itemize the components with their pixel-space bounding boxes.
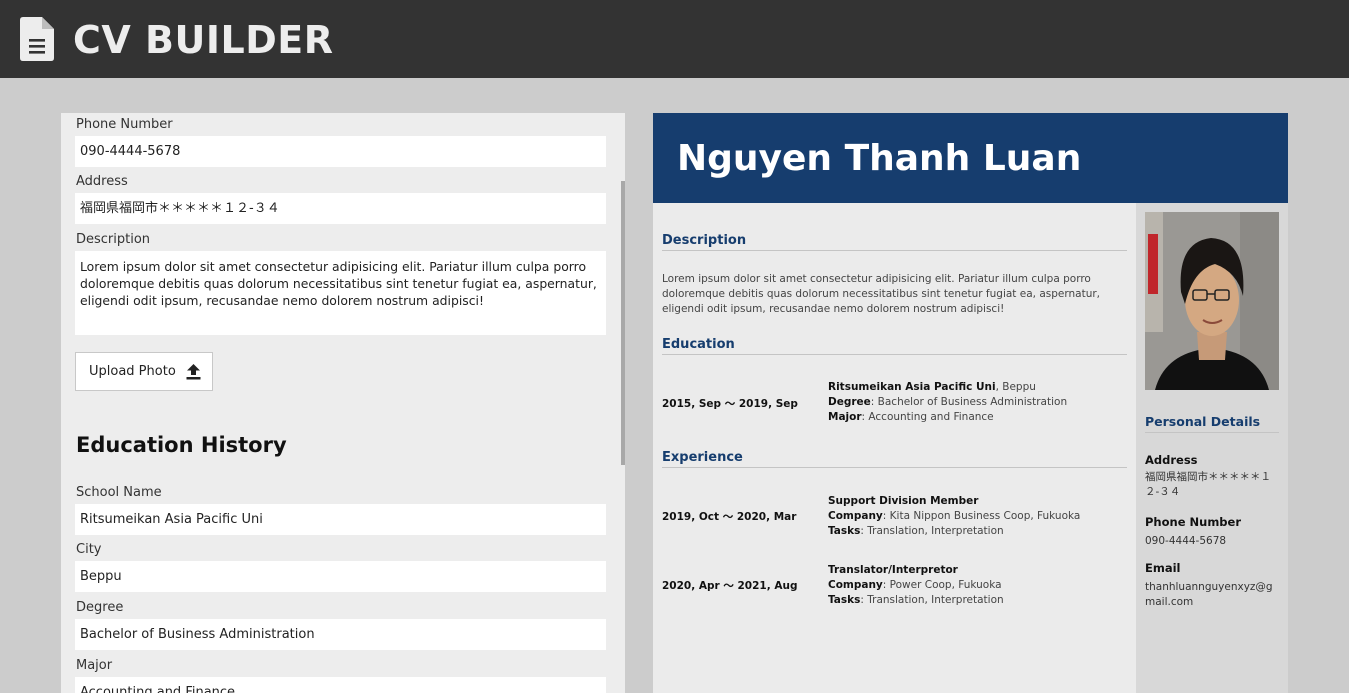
experience-dates: 2019, Oct 〜 2020, Mar <box>662 511 797 523</box>
education-history-heading: Education History <box>76 433 287 457</box>
upload-photo-button[interactable]: Upload Photo <box>75 352 213 391</box>
cv-email-label: Email <box>1145 561 1181 575</box>
cv-education-heading: Education <box>662 337 1127 355</box>
cv-phone-label: Phone Number <box>1145 515 1242 529</box>
cv-description-text: Lorem ipsum dolor sit amet consectetur a… <box>662 273 1101 315</box>
education-entry: Ritsumeikan Asia Pacific Uni, Beppu Degr… <box>828 380 1128 425</box>
experience-tasks: : Translation, Interpretation <box>860 525 1004 537</box>
education-school: Ritsumeikan Asia Pacific Uni <box>828 381 996 393</box>
education-major-key: Major <box>828 411 862 423</box>
experience-company: : Kita Nippon Business Coop, Fukuoka <box>882 510 1081 522</box>
cv-header: Nguyen Thanh Luan <box>653 113 1288 203</box>
document-icon <box>20 17 54 61</box>
cv-address-label: Address <box>1145 453 1198 467</box>
experience-tasks: : Translation, Interpretation <box>860 594 1004 606</box>
experience-company: : Power Coop, Fukuoka <box>882 579 1002 591</box>
description-textarea[interactable]: Lorem ipsum dolor sit amet consectetur a… <box>75 251 606 335</box>
school-name-label: School Name <box>76 485 162 500</box>
cv-email-value: thanhluannguyenxyz@gmail.com <box>1145 581 1273 608</box>
personal-details-heading: Personal Details <box>1145 414 1279 433</box>
experience-company-key: Company <box>828 579 883 591</box>
cv-experience-heading: Experience <box>662 450 1127 468</box>
education-city: , Beppu <box>995 381 1036 393</box>
school-name-input[interactable]: Ritsumeikan Asia Pacific Uni <box>75 504 606 535</box>
experience-title: Translator/Interpretor <box>828 564 958 576</box>
form-panel[interactable]: Phone Number 090-4444-5678 Address 福岡県福岡… <box>61 113 625 693</box>
experience-entry: Support Division Member Company: Kita Ni… <box>828 494 1128 539</box>
upload-icon <box>186 363 201 379</box>
major-label: Major <box>76 658 113 673</box>
city-label: City <box>76 542 102 557</box>
cv-phone-value: 090-4444-5678 <box>1145 535 1227 547</box>
education-major: : Accounting and Finance <box>861 411 994 423</box>
experience-tasks-key: Tasks <box>828 525 861 537</box>
profile-photo-image <box>1145 212 1279 390</box>
major-input[interactable]: Accounting and Finance <box>75 677 606 693</box>
form-scrollbar[interactable] <box>621 181 625 465</box>
city-input[interactable]: Beppu <box>75 561 606 592</box>
cv-address-value: 福岡県福岡市＊＊＊＊＊１２-３４ <box>1145 471 1271 498</box>
education-dates: 2015, Sep 〜 2019, Sep <box>662 398 798 410</box>
experience-dates: 2020, Apr 〜 2021, Aug <box>662 580 798 592</box>
address-input[interactable]: 福岡県福岡市＊＊＊＊＊１２-３４ <box>75 193 606 224</box>
description-label: Description <box>76 232 151 247</box>
education-degree-key: Degree <box>828 396 871 408</box>
degree-input[interactable]: Bachelor of Business Administration <box>75 619 606 650</box>
education-degree: : Bachelor of Business Administration <box>870 396 1068 408</box>
experience-tasks-key: Tasks <box>828 594 861 606</box>
cv-preview: Nguyen Thanh Luan Description Lorem ipsu… <box>653 113 1288 693</box>
experience-entry: Translator/Interpretor Company: Power Co… <box>828 563 1128 608</box>
top-bar: CV BUILDER <box>0 0 1349 78</box>
experience-company-key: Company <box>828 510 883 522</box>
address-label: Address <box>76 174 128 189</box>
experience-title: Support Division Member <box>828 495 979 507</box>
cv-description-heading: Description <box>662 233 1127 251</box>
profile-photo <box>1145 212 1279 390</box>
cv-sidebar: Personal Details Address 福岡県福岡市＊＊＊＊＊１２-３… <box>1136 203 1288 693</box>
upload-photo-label: Upload Photo <box>89 364 176 379</box>
phone-input[interactable]: 090-4444-5678 <box>75 136 606 167</box>
cv-name: Nguyen Thanh Luan <box>677 138 1082 179</box>
app-title: CV BUILDER <box>73 18 334 62</box>
phone-label: Phone Number <box>76 117 173 132</box>
degree-label: Degree <box>76 600 124 615</box>
